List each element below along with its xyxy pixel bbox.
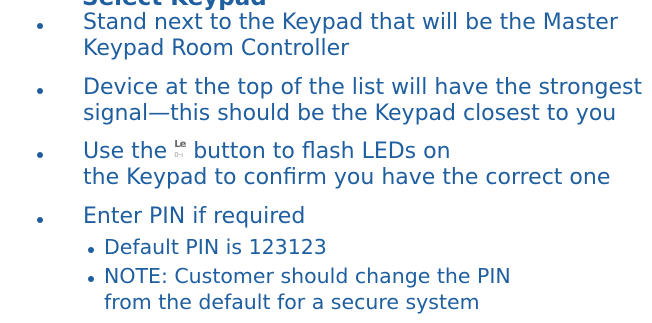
list-item-text: Keypad Room Controller (83, 36, 350, 61)
bullet-dot (37, 217, 43, 223)
sub-list-item-text: from the default for a secure system (104, 290, 480, 314)
list-item-text: Enter PIN if required (83, 204, 306, 229)
bullet-dot (37, 152, 43, 158)
sub-list-item-text: Default PIN is 123123 (104, 235, 327, 259)
flash-leds-icon: Le 0-ı (174, 139, 186, 159)
list-item-text: Device at the top of the list will have … (83, 75, 643, 100)
slide: Select Keypad Stand next to the Keypad t… (0, 0, 652, 323)
list-item-text-segment: button to flash LEDs on (193, 139, 451, 164)
bullet-dot (88, 247, 94, 253)
list-item-text: signal—this should be the Keypad closest… (83, 101, 617, 126)
list-item-text: Use the Le 0-ı button to flash LEDs on (83, 139, 451, 165)
sub-list-item-text: NOTE: Customer should change the PIN (104, 264, 511, 288)
bullet-dot (37, 88, 43, 94)
bullet-dot (37, 23, 43, 29)
list-item-text-segment: Use the (83, 139, 168, 164)
list-item-text: Stand next to the Keypad that will be th… (83, 10, 618, 35)
bullet-dot (88, 276, 94, 282)
list-item-text: the Keypad to confirm you have the corre… (83, 165, 611, 190)
